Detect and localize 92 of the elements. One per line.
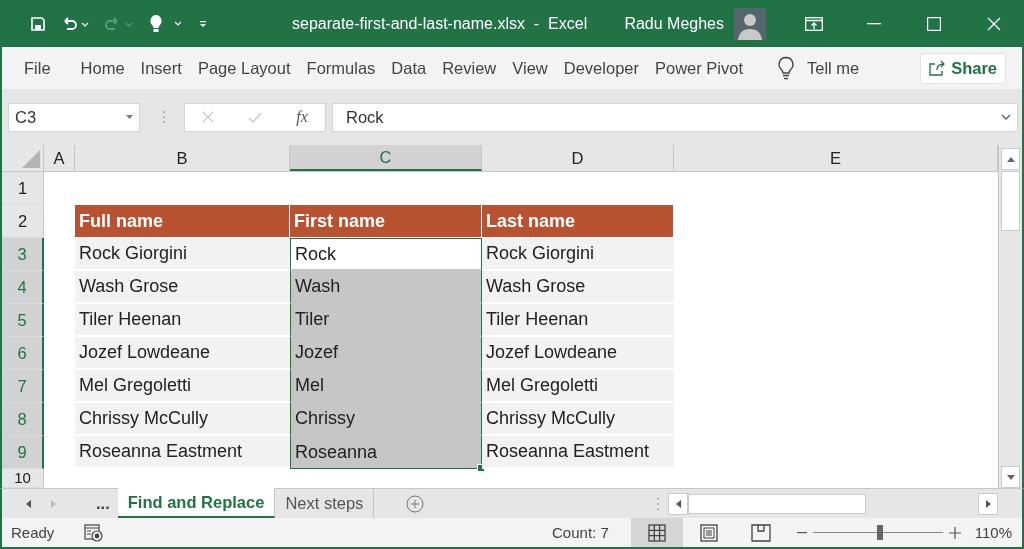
status-text: Ready — [10, 524, 55, 541]
ribbon-tab[interactable]: Formulas — [298, 58, 384, 78]
table-cell: Rock Giorgini — [482, 238, 674, 271]
column-header[interactable]: A — [44, 145, 75, 171]
sheet-tab[interactable]: Find and Replace — [117, 488, 276, 518]
lightbulb-icon[interactable] — [777, 56, 796, 80]
table-cell: Roseanna Eastment — [482, 436, 674, 469]
table-cell: Tiler — [290, 304, 482, 337]
grid-icon — [647, 523, 666, 542]
zoom-in-icon[interactable] — [948, 526, 961, 539]
row-header[interactable]: 5 — [2, 304, 44, 337]
table-cell: Wash Grose — [75, 271, 290, 304]
ribbon-tab[interactable]: File — [2, 58, 73, 78]
row-header[interactable]: 6 — [2, 337, 44, 370]
share-icon — [929, 60, 946, 76]
lightbulb-icon[interactable] — [148, 13, 184, 34]
close-icon[interactable] — [987, 16, 1001, 31]
ribbon-tab[interactable]: Developer — [555, 58, 647, 78]
row-header[interactable]: 10 — [2, 469, 44, 488]
save-icon[interactable] — [30, 15, 46, 32]
table-cell: Rock — [290, 238, 482, 271]
grip-icon[interactable] — [162, 110, 166, 124]
table-cell: Wash Grose — [482, 271, 674, 304]
ribbon-display-icon[interactable] — [805, 16, 823, 31]
ribbon-tab[interactable]: Data — [383, 58, 435, 78]
scrollbar-thumb[interactable] — [1001, 171, 1020, 231]
table-cell: Wash — [290, 271, 482, 304]
maximize-icon[interactable] — [927, 16, 941, 31]
column-title: First name — [290, 205, 482, 238]
column-title: Last name — [482, 205, 674, 238]
zoom-level[interactable]: 110% — [974, 524, 1012, 541]
row-header[interactable]: 8 — [2, 403, 44, 436]
minimize-icon[interactable] — [867, 22, 881, 25]
zoom-out-icon[interactable] — [796, 531, 807, 534]
page-icon — [699, 523, 718, 542]
formula-input[interactable]: Rock — [332, 102, 1018, 132]
column-header[interactable]: C — [290, 145, 482, 171]
table-cell: Roseanna Eastment — [75, 436, 290, 469]
scroll-up-button[interactable] — [1001, 148, 1020, 170]
table-cell: Chrissy McCully — [482, 403, 674, 436]
column-header[interactable]: D — [482, 145, 674, 171]
table-cell: Roseanna — [290, 436, 482, 469]
user-name[interactable]: Radu Meghes — [624, 14, 724, 33]
page-break-icon — [750, 523, 771, 542]
caret-icon — [126, 115, 133, 119]
table-cell: Chrissy McCully — [75, 403, 290, 436]
scroll-right-button[interactable] — [978, 492, 998, 515]
row-header[interactable]: 9 — [2, 436, 44, 469]
ribbon-tab[interactable]: Page Layout — [189, 58, 299, 78]
table-cell: Rock Giorgini — [75, 238, 290, 271]
grip-icon[interactable] — [656, 496, 660, 511]
arrow-left-icon — [675, 499, 681, 508]
table-cell: Jozef Lowdeane — [482, 337, 674, 370]
count-readout: Count: 7 — [552, 524, 609, 541]
table-cell: Chrissy — [290, 403, 482, 436]
normal-view-button[interactable] — [630, 518, 683, 547]
ribbon-tab[interactable]: Insert — [132, 58, 190, 78]
avatar-icon[interactable] — [734, 7, 766, 40]
name-box[interactable]: C3 — [8, 102, 140, 132]
add-sheet-icon[interactable] — [406, 494, 425, 513]
column-title: Full name — [75, 205, 290, 238]
row-header[interactable]: 4 — [2, 271, 44, 304]
insert-function-button[interactable]: fx — [296, 108, 308, 126]
arrow-down-icon — [1006, 474, 1015, 480]
table-cell: Tiler Heenan — [75, 304, 290, 337]
arrow-right-icon — [985, 499, 991, 508]
row-header[interactable]: 3 — [2, 238, 44, 271]
expand-icon[interactable] — [1001, 114, 1011, 120]
ribbon-tab[interactable]: Review — [434, 58, 505, 78]
row-header[interactable]: 2 — [2, 205, 44, 238]
window-title: separate-first-and-last-name.xlsx - Excel — [292, 14, 588, 33]
ribbon-tab[interactable]: View — [504, 58, 556, 78]
table-cell: Tiler Heenan — [482, 304, 674, 337]
more-sheets-button[interactable]: ... — [70, 489, 118, 518]
scroll-left-button[interactable] — [668, 492, 688, 515]
slider-thumb[interactable] — [877, 525, 884, 540]
scrollbar-thumb[interactable] — [688, 493, 866, 514]
scroll-left-icon[interactable] — [26, 499, 31, 508]
table-cell: Jozef — [290, 337, 482, 370]
ribbon-tab[interactable]: Power Pivot — [647, 58, 752, 78]
table-cell: Mel — [290, 370, 482, 403]
share-button[interactable]: Share — [920, 52, 1006, 84]
table-cell: Jozef Lowdeane — [75, 337, 290, 370]
row-header[interactable]: 7 — [2, 370, 44, 403]
arrow-up-icon — [1006, 156, 1015, 162]
row-header[interactable]: 1 — [2, 172, 44, 205]
macro-recording-icon[interactable] — [84, 523, 105, 542]
table-cell: Mel Gregoletti — [75, 370, 290, 403]
tell-me-search[interactable]: Tell me — [807, 58, 860, 78]
ribbon-tab[interactable]: Home — [72, 58, 133, 78]
table-cell: Mel Gregoletti — [482, 370, 674, 403]
scroll-down-button[interactable] — [1001, 466, 1020, 488]
